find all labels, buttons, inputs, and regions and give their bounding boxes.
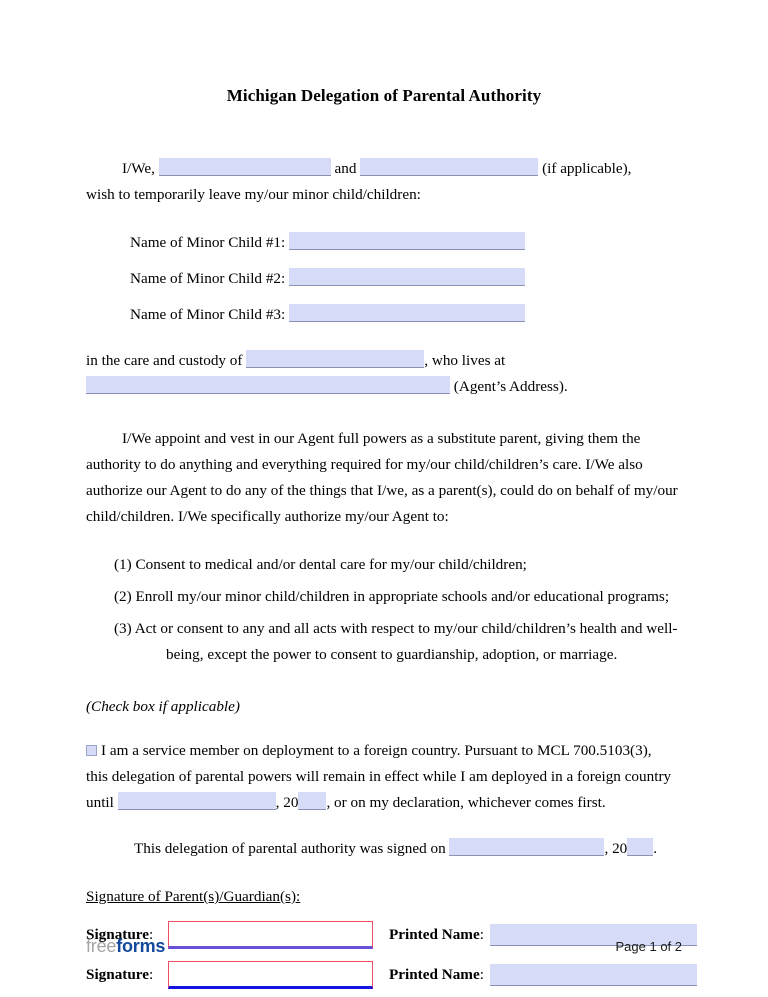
agent-address-input[interactable] xyxy=(86,376,450,394)
document-page: Michigan Delegation of Parental Authorit… xyxy=(0,0,768,997)
child-2-label: Name of Minor Child #2: xyxy=(130,270,286,287)
signature-heading: Signature of Parent(s)/Guardian(s): xyxy=(86,888,301,905)
printed-name-2-label: Printed Name: xyxy=(389,966,484,983)
page-footer: freeforms Page 1 of 2 xyxy=(86,936,682,957)
appointment-paragraph: I/We appoint and vest in our Agent full … xyxy=(86,430,678,525)
and-label: and xyxy=(334,160,357,177)
freeforms-logo: freeforms xyxy=(86,936,165,957)
wish-line: wish to temporarily leave my/our minor c… xyxy=(86,186,421,203)
logo-forms-text: forms xyxy=(116,936,166,956)
child-row: Name of Minor Child #3: xyxy=(130,302,682,328)
custody-block: in the care and custody of , who lives a… xyxy=(86,348,682,400)
until-label: until xyxy=(86,794,114,811)
signed-on-year-prefix: , 20 xyxy=(604,840,628,857)
child-1-label: Name of Minor Child #1: xyxy=(130,234,286,251)
child-row: Name of Minor Child #2: xyxy=(130,266,682,292)
page-indicator: Page 1 of 2 xyxy=(615,939,683,954)
intro-block: I/We, and (if applicable), wish to tempo… xyxy=(86,156,682,208)
power-1-text: Consent to medical and/or dental care fo… xyxy=(135,556,527,573)
service-member-checkbox[interactable] xyxy=(86,745,97,756)
signed-on-date-input[interactable] xyxy=(449,838,605,856)
logo-free-text: free xyxy=(86,936,117,956)
power-2-number: (2) xyxy=(114,588,132,605)
deployment-line-2: this delegation of parental powers will … xyxy=(86,768,672,785)
child-3-input[interactable] xyxy=(289,304,526,322)
child-1-input[interactable] xyxy=(289,232,526,250)
signed-on-prefix: This delegation of parental authority wa… xyxy=(134,840,446,857)
signed-on-line: This delegation of parental authority wa… xyxy=(134,836,682,862)
parent-2-input[interactable] xyxy=(360,158,539,176)
agent-name-input[interactable] xyxy=(246,350,425,368)
printed-name-2-input[interactable] xyxy=(489,964,697,986)
power-3-continuation: being, except the power to consent to gu… xyxy=(166,646,618,663)
signature-row: Signature: Printed Name: xyxy=(86,960,697,990)
page-title: Michigan Delegation of Parental Authorit… xyxy=(226,86,542,105)
list-item: (1) Consent to medical and/or dental car… xyxy=(114,552,682,578)
deployment-block: I am a service member on deployment to a… xyxy=(86,738,682,816)
custody-suffix-label: , who lives at xyxy=(424,352,506,369)
power-1-number: (1) xyxy=(114,556,132,573)
agent-address-label: (Agent’s Address). xyxy=(453,378,568,395)
deployment-line-1: I am a service member on deployment to a… xyxy=(86,738,682,764)
power-2-text: Enroll my/our minor child/children in ap… xyxy=(135,588,670,605)
parent-1-input[interactable] xyxy=(158,158,331,176)
signature-2-input[interactable] xyxy=(168,961,373,989)
deployment-text-1: I am a service member on deployment to a… xyxy=(101,742,652,759)
signature-2-label: Signature: xyxy=(86,966,154,983)
parents-line: I/We, and (if applicable), xyxy=(86,156,682,182)
custody-line: in the care and custody of , who lives a… xyxy=(86,348,682,374)
deployment-line-3: until , 20 , or on my declaration, whiche… xyxy=(86,790,682,816)
if-applicable-label: (if applicable), xyxy=(542,160,632,177)
deployment-year-prefix: , 20 xyxy=(275,794,299,811)
power-3-text: Act or consent to any and all acts with … xyxy=(134,620,678,637)
check-box-note: (Check box if applicable) xyxy=(86,698,240,715)
custody-prefix-label: in the care and custody of xyxy=(86,352,243,369)
check-note-block: (Check box if applicable) xyxy=(86,694,682,720)
signed-on-suffix: . xyxy=(653,840,658,857)
powers-list: (1) Consent to medical and/or dental car… xyxy=(86,552,682,668)
deployment-end-date-input[interactable] xyxy=(117,792,276,810)
agent-address-line: (Agent’s Address). xyxy=(86,374,682,400)
child-3-label: Name of Minor Child #3: xyxy=(130,306,286,323)
deployment-text-3: , or on my declaration, whichever comes … xyxy=(326,794,606,811)
list-item: (3) Act or consent to any and all acts w… xyxy=(114,616,682,668)
list-item: (2) Enroll my/our minor child/children i… xyxy=(114,584,682,610)
deployment-year-input[interactable] xyxy=(298,792,327,810)
signed-on-block: This delegation of parental authority wa… xyxy=(134,836,682,862)
document-body: Michigan Delegation of Parental Authorit… xyxy=(86,0,697,990)
appointment-block: I/We appoint and vest in our Agent full … xyxy=(86,426,682,530)
power-3-number: (3) xyxy=(114,620,132,637)
child-row: Name of Minor Child #1: xyxy=(130,230,682,256)
iwe-label: I/We, xyxy=(122,160,155,177)
children-block: Name of Minor Child #1: Name of Minor Ch… xyxy=(86,230,682,328)
child-2-input[interactable] xyxy=(289,268,526,286)
signed-on-year-input[interactable] xyxy=(627,838,654,856)
